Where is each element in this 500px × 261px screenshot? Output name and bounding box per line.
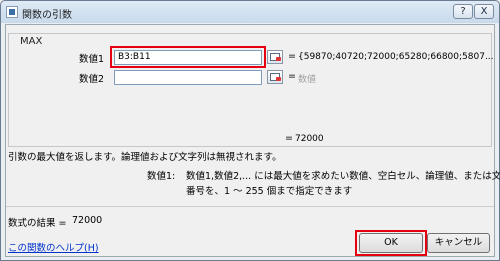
arg2-range-select-icon[interactable]	[267, 70, 283, 84]
title-bar: 関数の引数 ? X	[1, 1, 499, 23]
dialog-title: 関数の引数	[22, 10, 72, 21]
function-description: 引数の最大値を返します。論理値および文字列は無視されます。	[8, 152, 282, 163]
arg1-equals: =	[288, 51, 296, 62]
ok-button[interactable]: OK	[359, 233, 423, 253]
cancel-button[interactable]: キャンセル	[427, 233, 490, 253]
function-help-link[interactable]: この関数のヘルプ(H)	[8, 240, 99, 254]
arg1-range-select-icon[interactable]	[267, 50, 283, 64]
arg-help-name: 数値1:	[147, 171, 176, 182]
function-name: MAX	[17, 36, 46, 47]
arg-help-line2: 番号を、1 〜 255 個まで指定できます	[186, 186, 353, 197]
formula-value: 72000	[295, 134, 324, 144]
arg2-input[interactable]	[114, 70, 262, 85]
arg1-result: {59870;40720;72000;65280;66800;5807...	[298, 52, 494, 62]
result-value: 72000	[72, 215, 103, 226]
arg2-label: 数値2	[79, 74, 105, 85]
function-arguments-dialog: 関数の引数 ? X MAX 数値1 B3:B11 = {59870;40720;…	[0, 0, 500, 261]
separator	[6, 206, 494, 207]
arg-help-line1: 数値1,数値2,... には最大値を求めたい数値、空白セル、論理値、または文字列	[186, 171, 500, 182]
formula-equals: =	[285, 133, 293, 144]
close-button[interactable]: X	[474, 4, 494, 19]
arg1-input[interactable]: B3:B11	[114, 50, 262, 65]
dialog-body: MAX 数値1 B3:B11 = {59870;40720;72000;6528…	[5, 24, 500, 257]
arg2-equals: =	[288, 71, 296, 82]
result-label: 数式の結果 =	[8, 218, 67, 229]
help-title-button[interactable]: ?	[453, 4, 473, 19]
dialog-icon	[6, 6, 18, 18]
arg1-label: 数値1	[79, 54, 105, 65]
arg2-result: 数値	[298, 75, 317, 85]
function-group: MAX 数値1 B3:B11 = {59870;40720;72000;6528…	[8, 33, 494, 147]
